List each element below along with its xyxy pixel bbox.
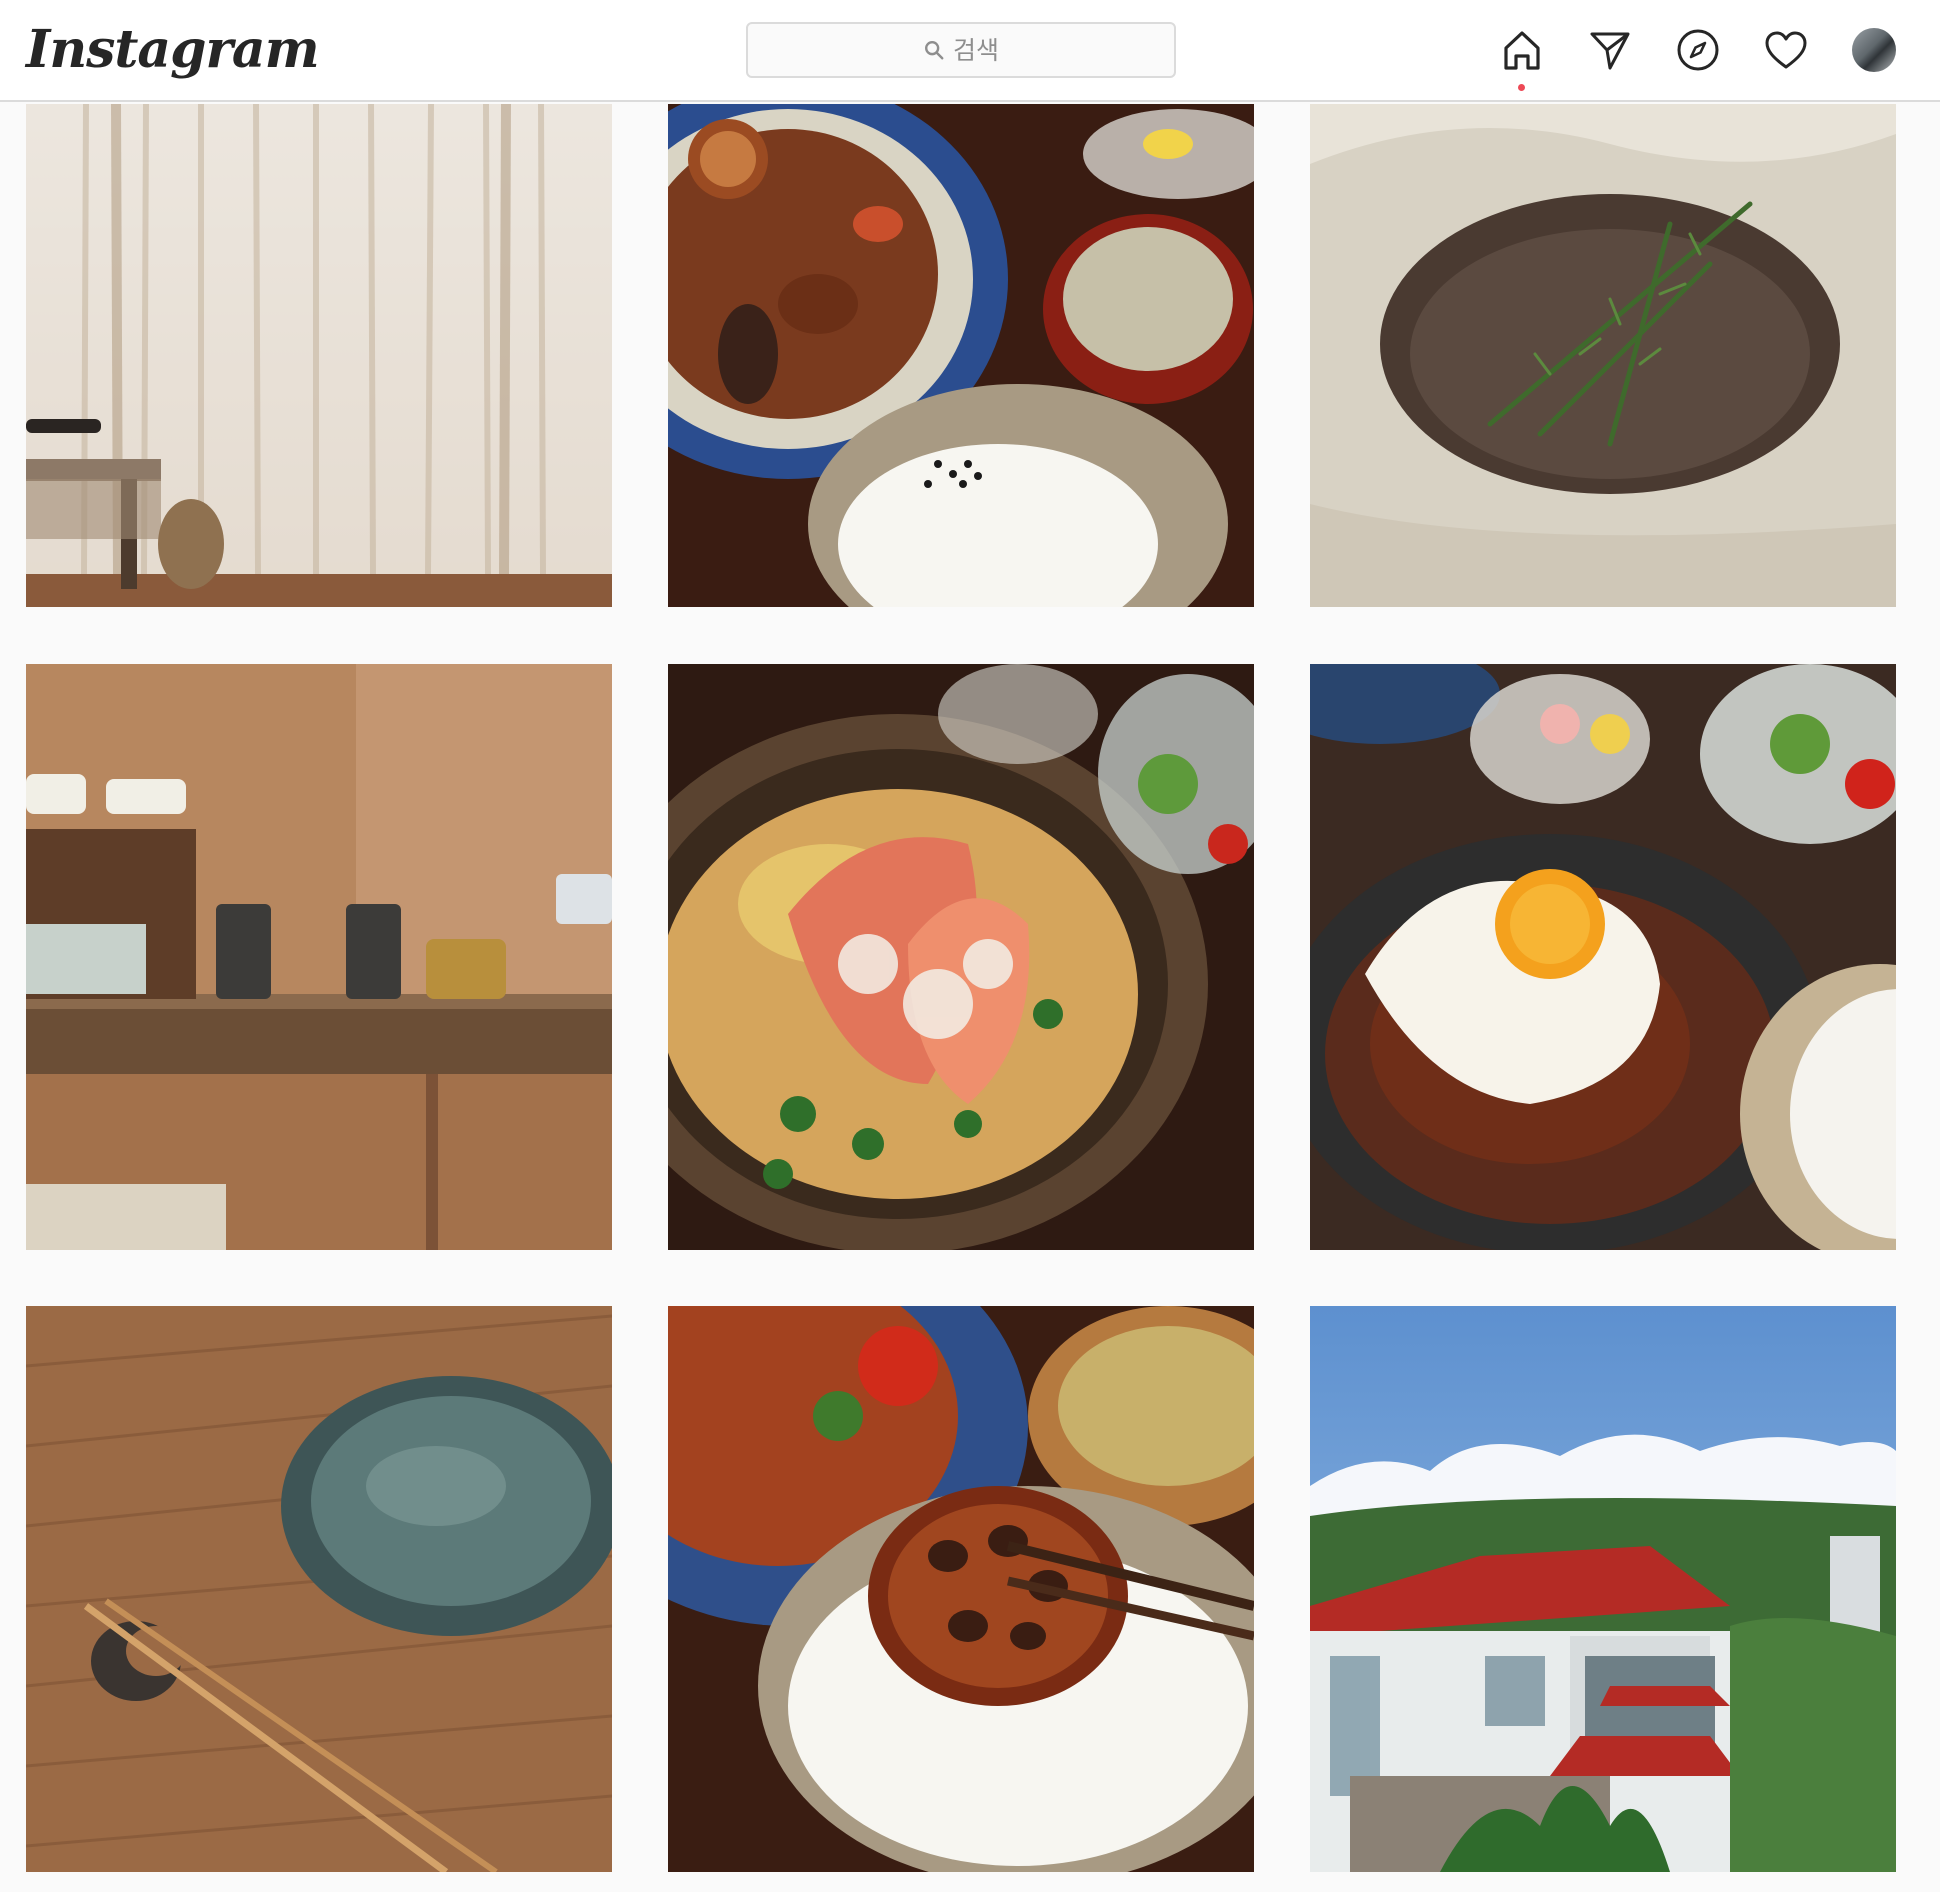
post-lotus-stirfry-meal[interactable] (668, 104, 1254, 690)
home-icon[interactable] (1496, 24, 1548, 76)
post-green-plate-chopsticks[interactable] (26, 1306, 612, 1892)
post-rosemary-bowl[interactable] (1310, 104, 1896, 690)
direct-icon[interactable] (1584, 24, 1636, 76)
search-placeholder: 검색 (952, 35, 999, 65)
post-hamburg-egg[interactable] (1310, 664, 1896, 1250)
post-rice-lotus-chopsticks[interactable] (668, 1306, 1254, 1892)
post-mugs-shelf[interactable] (26, 664, 612, 1250)
search-box[interactable]: 검색 (746, 22, 1176, 78)
post-curtain-room[interactable] (26, 104, 612, 690)
top-navigation-bar: Instagram 검색 (0, 0, 1940, 102)
activity-heart-icon[interactable] (1760, 24, 1812, 76)
search-icon (923, 39, 945, 61)
home-active-indicator (1518, 84, 1525, 91)
post-shrimp-curry[interactable] (668, 664, 1254, 1250)
explore-icon[interactable] (1672, 24, 1724, 76)
instagram-logo[interactable]: Instagram (26, 14, 320, 86)
profile-avatar[interactable] (1852, 28, 1896, 72)
post-house-sky[interactable] (1310, 1306, 1896, 1892)
